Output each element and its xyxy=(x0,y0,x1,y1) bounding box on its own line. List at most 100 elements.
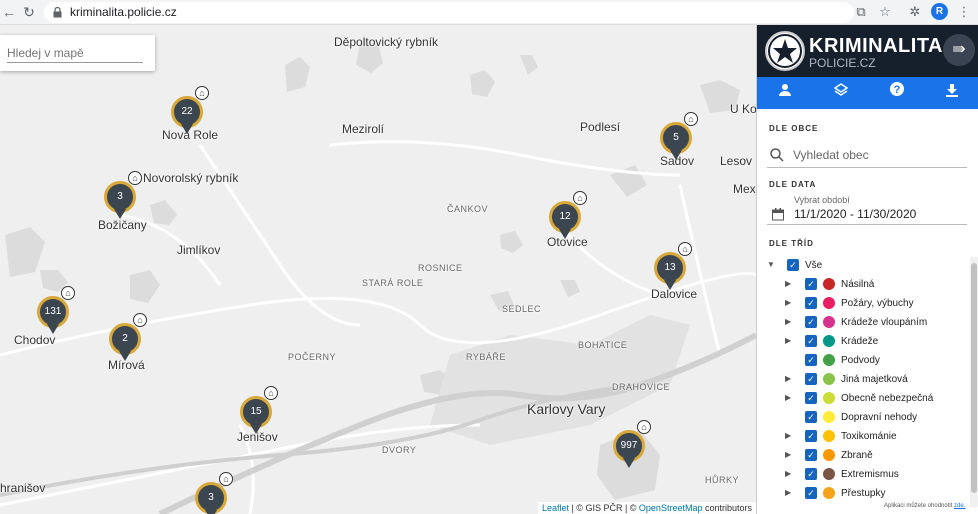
class-checkbox[interactable]: ✓ xyxy=(805,430,817,442)
marker-pin-tip xyxy=(205,510,217,514)
panel-tabs: ? xyxy=(757,77,978,109)
marker-karlovy-vary[interactable]: 997 ⌂ xyxy=(613,420,651,474)
map-search-input[interactable] xyxy=(7,43,143,63)
period-value: 11/1/2020 - 11/30/2020 xyxy=(794,207,917,221)
back-icon[interactable]: ← xyxy=(0,3,18,21)
place-label: DRAHOVICE xyxy=(612,382,671,392)
chevron-right-icon[interactable]: ▶ xyxy=(785,317,791,326)
reload-icon[interactable]: ↻ xyxy=(20,3,38,21)
chevron-right-icon[interactable]: ▶ xyxy=(785,336,791,345)
tab-layers[interactable] xyxy=(813,77,868,109)
class-label: Krádeže vloupáním xyxy=(841,317,928,328)
leaflet-link[interactable]: Leaflet xyxy=(542,503,569,513)
section-dle-obce: DLE OBCE xyxy=(769,124,819,133)
chevron-right-icon[interactable]: ▶ xyxy=(785,393,791,402)
marker-bozicany[interactable]: 3 ⌂ xyxy=(104,171,142,225)
chevron-right-icon[interactable]: ▶ xyxy=(785,298,791,307)
class-row[interactable]: ▶ ✓ Obecně nebezpečná xyxy=(757,390,978,409)
marker-chodov[interactable]: 131 ⌂ xyxy=(37,286,75,340)
class-row[interactable]: ✓ Podvody xyxy=(757,352,978,371)
class-label: Dopravní nehody xyxy=(841,412,918,423)
url-text: kriminalita.policie.cz xyxy=(70,5,177,19)
police-logo xyxy=(765,31,805,71)
class-row[interactable]: ▶ ✓ Jiná majetková xyxy=(757,371,978,390)
class-color-dot xyxy=(823,316,835,328)
chevron-right-icon[interactable]: ▶ xyxy=(785,469,791,478)
svg-text:?: ? xyxy=(893,84,900,96)
class-checkbox[interactable]: ✓ xyxy=(805,411,817,423)
class-row[interactable]: ▶ ✓ Extremismus xyxy=(757,466,978,485)
lock-icon xyxy=(53,7,62,18)
extensions-icon[interactable]: ✲ xyxy=(906,3,924,21)
help-icon: ? xyxy=(889,82,904,96)
chevron-right-icon[interactable]: ▶ xyxy=(785,374,791,383)
class-checkbox[interactable]: ✓ xyxy=(805,316,817,328)
class-checkbox[interactable]: ✓ xyxy=(805,487,817,499)
chevron-down-icon[interactable]: ▼ xyxy=(767,260,775,269)
class-label: Obecně nebezpečná xyxy=(841,393,934,404)
class-checkbox[interactable]: ✓ xyxy=(805,468,817,480)
class-row[interactable]: ▼ ✓ Vše xyxy=(757,257,978,276)
class-row[interactable]: ▶ ✓ Krádeže xyxy=(757,333,978,352)
place-label: Mexi xyxy=(733,182,756,196)
address-bar[interactable]: kriminalita.policie.cz xyxy=(44,2,854,23)
obec-search-field[interactable]: Vyhledat obec xyxy=(767,142,967,168)
tab-user[interactable] xyxy=(757,77,812,109)
marker-nova-role[interactable]: 22 ⌂ xyxy=(171,86,209,140)
class-row[interactable]: ▶ ✓ Přestupky xyxy=(757,485,978,504)
class-row[interactable]: ✓ Dopravní nehody xyxy=(757,409,978,428)
marker-dalovice[interactable]: 13 ⌂ xyxy=(654,242,692,296)
osm-link[interactable]: OpenStreetMap xyxy=(639,503,703,513)
chevron-right-icon[interactable]: ▶ xyxy=(785,279,791,288)
class-color-dot xyxy=(823,487,835,499)
class-checkbox[interactable]: ✓ xyxy=(805,392,817,404)
class-checkbox[interactable]: ✓ xyxy=(805,278,817,290)
place-label: ROSNICE xyxy=(418,263,463,273)
rating-footnote: Aplikaci můžete ohodnotit zde. xyxy=(884,503,965,509)
class-label: Přestupky xyxy=(841,488,886,499)
place-label: STARÁ ROLE xyxy=(362,278,424,288)
class-color-dot xyxy=(823,297,835,309)
download-icon xyxy=(945,84,958,97)
place-label: Karlovy Vary xyxy=(527,401,606,417)
home-icon: ⌂ xyxy=(684,112,698,126)
class-label: Krádeže xyxy=(841,336,879,347)
class-checkbox[interactable]: ✓ xyxy=(805,373,817,385)
home-icon: ⌂ xyxy=(573,191,587,205)
class-label: Podvody xyxy=(841,355,880,366)
class-row[interactable]: ▶ ✓ Toxikománie xyxy=(757,428,978,447)
translate-icon[interactable]: ⧉ xyxy=(852,3,870,21)
chevron-right-icon[interactable]: ▶ xyxy=(785,431,791,440)
class-checkbox[interactable]: ✓ xyxy=(787,259,799,271)
marker-jenisov[interactable]: 15 ⌂ xyxy=(240,386,278,440)
chevron-right-icon[interactable]: ▶ xyxy=(785,488,791,497)
class-checkbox[interactable]: ✓ xyxy=(805,449,817,461)
marker-otovice[interactable]: 12 ⌂ xyxy=(549,191,587,245)
class-row[interactable]: ▶ ✓ Zbraně xyxy=(757,447,978,466)
class-row[interactable]: ▶ ✓ Požáry, výbuchy xyxy=(757,295,978,314)
class-tree-scrollbar[interactable] xyxy=(970,257,978,507)
tab-help[interactable]: ? xyxy=(869,77,924,109)
class-row[interactable]: ▶ ✓ Krádeže vloupáním xyxy=(757,314,978,333)
map-canvas[interactable]: Děpoltovický rybník Nová Role Mezirolí Podl… xyxy=(0,25,756,514)
class-checkbox[interactable]: ✓ xyxy=(805,335,817,347)
class-checkbox[interactable]: ✓ xyxy=(805,354,817,366)
scrollbar-thumb[interactable] xyxy=(971,263,977,493)
class-row[interactable]: ▶ ✓ Násilná xyxy=(757,276,978,295)
home-icon: ⌂ xyxy=(133,313,147,327)
class-label: Vše xyxy=(805,260,823,271)
rating-link[interactable]: zde. xyxy=(954,503,965,509)
place-label: Děpoltovický rybník xyxy=(334,35,439,49)
profile-avatar[interactable]: R xyxy=(931,3,948,20)
marker-mirova[interactable]: 2 ⌂ xyxy=(109,313,147,367)
tab-download[interactable] xyxy=(924,77,978,109)
period-picker[interactable]: 11/1/2020 - 11/30/2020 xyxy=(767,199,967,225)
section-dle-trid: DLE TŘÍD xyxy=(769,239,814,248)
star-icon[interactable]: ☆ xyxy=(876,3,894,21)
class-checkbox[interactable]: ✓ xyxy=(805,297,817,309)
more-menu-icon[interactable]: ⋮ xyxy=(955,3,973,21)
marker-south[interactable]: 3 ⌂ xyxy=(195,472,233,514)
chevron-right-icon[interactable]: ▶ xyxy=(785,450,791,459)
marker-sadov[interactable]: 5 ⌂ xyxy=(660,112,698,166)
collapse-panel-button[interactable]: ⇛ xyxy=(943,34,975,66)
